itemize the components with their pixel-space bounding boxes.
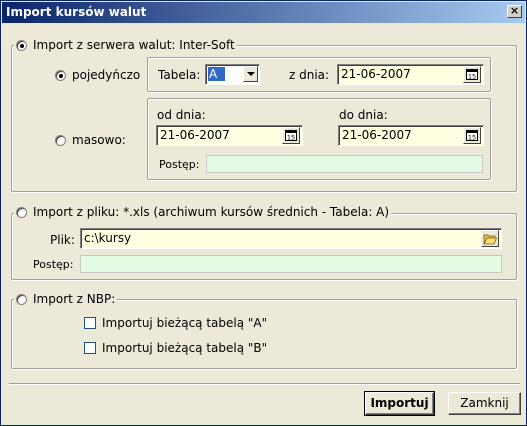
bulk-mode-option[interactable]: masowo:	[55, 133, 126, 147]
server-import-radio[interactable]	[16, 39, 27, 51]
nbp-option-a-checkbox[interactable]	[84, 317, 96, 329]
import-dialog: Import kursów walut × Import z serwera w…	[0, 0, 527, 426]
table-select[interactable]: A	[205, 64, 260, 85]
table-select-value: A	[208, 67, 225, 81]
single-mode-option[interactable]: pojedyńczo	[55, 68, 140, 82]
close-button[interactable]: Zamknij	[448, 392, 521, 415]
calendar-icon[interactable]: 15	[282, 127, 300, 144]
folder-open-icon[interactable]	[481, 230, 499, 247]
file-path-value: c:\kursy	[84, 231, 132, 245]
svg-text:15: 15	[468, 73, 476, 81]
title-bar[interactable]: Import kursów walut ×	[2, 2, 525, 23]
chevron-down-icon[interactable]	[243, 66, 258, 82]
nbp-option-b[interactable]: Importuj bieżącą tabelą "B"	[84, 341, 267, 355]
to-date-value: 21-06-2007	[342, 128, 412, 142]
nbp-option-a-label: Importuj bieżącą tabelą "A"	[102, 316, 268, 330]
window-title: Import kursów walut	[6, 5, 147, 19]
bulk-progress-bar	[206, 155, 483, 173]
bulk-mode-radio[interactable]	[55, 134, 66, 146]
calendar-icon[interactable]: 15	[463, 66, 481, 83]
file-import-label: Import z pliku: *.xls (archiwum kursów ś…	[33, 205, 390, 219]
nbp-option-b-checkbox[interactable]	[84, 342, 96, 354]
server-import-option[interactable]: Import z serwera walut: Inter-Soft	[14, 38, 237, 52]
nbp-import-label: Import z NBP:	[33, 292, 116, 306]
file-import-radio[interactable]	[16, 206, 27, 218]
bulk-progress-label: Postęp:	[159, 158, 200, 171]
file-progress-bar	[80, 255, 502, 273]
calendar-icon[interactable]: 15	[463, 127, 481, 144]
date-field[interactable]: 21-06-2007	[337, 64, 484, 85]
single-mode-radio[interactable]	[55, 69, 66, 81]
date-field-value: 21-06-2007	[341, 67, 411, 81]
footer-separator	[9, 383, 520, 385]
from-date-label: od dnia:	[157, 108, 206, 122]
table-label: Tabela:	[158, 68, 201, 82]
file-import-option[interactable]: Import z pliku: *.xls (archiwum kursów ś…	[14, 205, 392, 219]
from-date-value: 21-06-2007	[160, 128, 230, 142]
date-label: z dnia:	[289, 68, 330, 82]
bulk-mode-label: masowo:	[72, 133, 126, 147]
import-button[interactable]: Importuj	[364, 391, 435, 416]
file-progress-label: Postęp:	[33, 258, 74, 271]
nbp-option-b-label: Importuj bieżącą tabelą "B"	[102, 341, 268, 355]
nbp-import-group	[11, 299, 517, 369]
from-date-field[interactable]: 21-06-2007	[156, 125, 303, 146]
svg-text:15: 15	[468, 134, 476, 142]
server-import-label: Import z serwera walut: Inter-Soft	[33, 38, 235, 52]
svg-text:15: 15	[287, 134, 295, 142]
to-date-label: do dnia:	[339, 108, 388, 122]
close-window-button[interactable]: ×	[507, 5, 522, 18]
single-mode-label: pojedyńczo	[72, 68, 141, 82]
nbp-import-radio[interactable]	[16, 293, 27, 305]
file-label: Plik:	[50, 233, 75, 247]
nbp-import-option[interactable]: Import z NBP:	[14, 292, 118, 306]
nbp-option-a[interactable]: Importuj bieżącą tabelą "A"	[84, 316, 267, 330]
file-path-field[interactable]: c:\kursy	[80, 228, 502, 249]
